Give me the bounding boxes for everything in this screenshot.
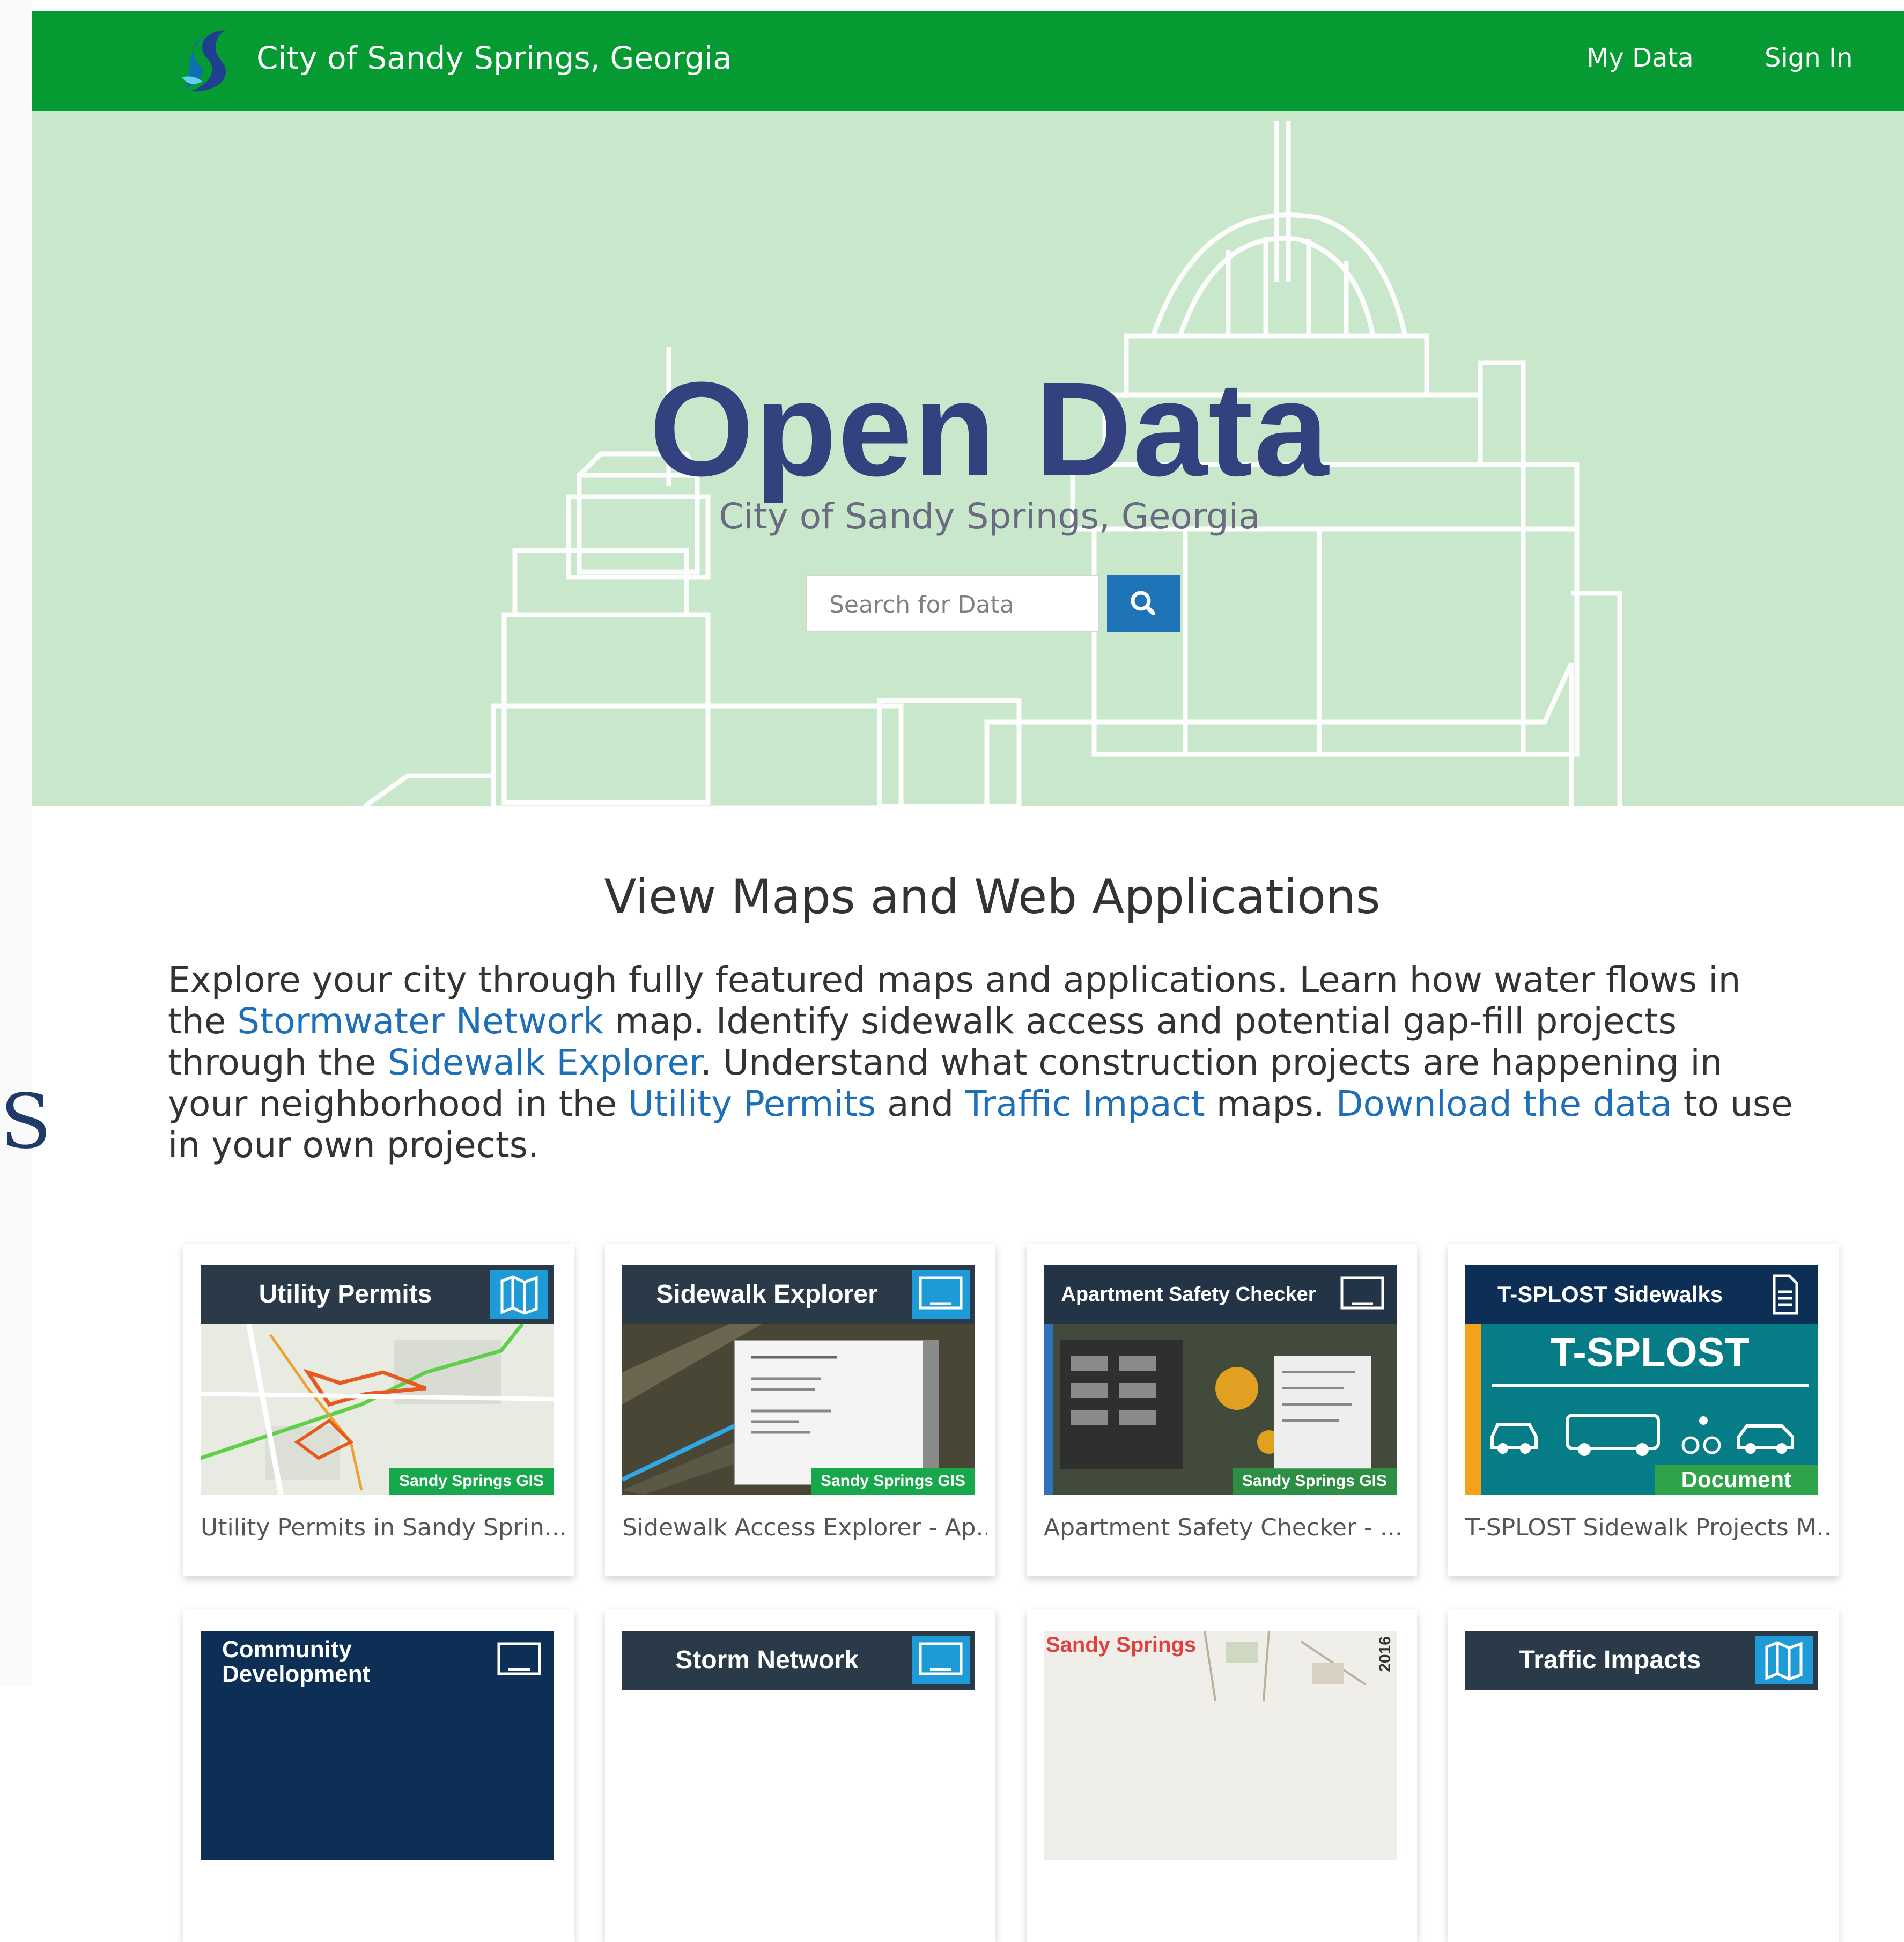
hero-banner: Open Data City of Sandy Springs, Georgia… xyxy=(32,111,1904,806)
search-icon xyxy=(1131,591,1155,615)
card-header: Apartment Safety Checker xyxy=(1044,1265,1397,1324)
site-title[interactable]: City of Sandy Springs, Georgia xyxy=(256,40,732,76)
card-sandy-springs-map[interactable]: Sandy Springs 2016 xyxy=(1027,1609,1417,1942)
card-source-tag: Sandy Springs GIS xyxy=(810,1468,975,1495)
site-header: City of Sandy Springs, Georgia My Data S… xyxy=(32,11,1904,111)
utility-permits-link[interactable]: Utility Permits xyxy=(628,1083,876,1124)
download-data-link[interactable]: Download the data xyxy=(1336,1083,1672,1124)
card-header: Sidewalk Explorer xyxy=(622,1265,975,1324)
card-thumbnail: Sidewalk Explorer Sandy Springs GIS xyxy=(622,1265,975,1495)
hero-subtitle: City of Sandy Springs, Georgia xyxy=(719,496,1260,537)
card-thumbnail: Apartment Safety Checker Sandy Springs G… xyxy=(1044,1265,1397,1495)
sandy-springs-logo-icon[interactable] xyxy=(174,26,239,98)
card-title: Traffic Impacts xyxy=(1519,1646,1701,1674)
card-apartment-safety-checker[interactable]: Apartment Safety Checker Sandy Springs G… xyxy=(1027,1244,1417,1576)
card-source-tag: Sandy Springs GIS xyxy=(389,1468,554,1495)
card-thumbnail: Community Development xyxy=(201,1631,554,1860)
sandy-springs-map-image xyxy=(1204,1631,1367,1701)
card-thumbnail: Traffic Impacts xyxy=(1465,1631,1818,1860)
card-header: Storm Network xyxy=(622,1631,975,1690)
intro-text: maps. xyxy=(1205,1083,1336,1124)
card-header: Traffic Impacts xyxy=(1465,1631,1818,1690)
card-title: Community Development xyxy=(222,1636,371,1687)
card-source-tag: Sandy Springs GIS xyxy=(1232,1468,1397,1495)
app-icon xyxy=(912,1636,970,1684)
card-title: T-SPLOST Sidewalks xyxy=(1497,1282,1723,1307)
card-type-tag: Document xyxy=(1654,1465,1818,1495)
sidewalk-explorer-link[interactable]: Sidewalk Explorer xyxy=(388,1042,700,1083)
card-header: Community Development xyxy=(201,1631,554,1690)
card-title: Utility Permits xyxy=(259,1280,432,1308)
card-utility-permits[interactable]: Utility Permits Sandy Springs GIS Utilit… xyxy=(183,1244,574,1576)
card-caption[interactable]: Sidewalk Access Explorer - Ap... xyxy=(622,1514,987,1541)
sign-in-link[interactable]: Sign In xyxy=(1765,43,1853,73)
app-icon xyxy=(912,1270,970,1319)
card-caption[interactable]: T-SPLOST Sidewalk Projects M... xyxy=(1465,1514,1830,1541)
card-tsplost-sidewalks[interactable]: T-SPLOST T-SPLOST Sidewalks Document T-S… xyxy=(1448,1244,1839,1576)
card-traffic-impacts[interactable]: Traffic Impacts xyxy=(1448,1609,1839,1942)
intro-paragraph: Explore your city through fully featured… xyxy=(168,959,1804,1166)
hero-title: Open Data xyxy=(649,354,1330,504)
app-icon xyxy=(1333,1270,1391,1319)
card-header: T-SPLOST Sidewalks xyxy=(1465,1265,1818,1324)
card-caption[interactable]: Utility Permits in Sandy Sprin... xyxy=(201,1514,565,1541)
card-community-development[interactable]: Community Development xyxy=(183,1609,574,1942)
search-input[interactable]: Search for Data xyxy=(806,575,1099,632)
card-thumbnail: T-SPLOST T-SPLOST Sidewalks Document xyxy=(1465,1265,1818,1495)
my-data-link[interactable]: My Data xyxy=(1586,43,1694,73)
left-margin-strip xyxy=(0,0,32,1686)
card-thumbnail: Storm Network xyxy=(622,1631,975,1860)
card-storm-network[interactable]: Storm Network xyxy=(605,1609,995,1942)
search-button[interactable] xyxy=(1107,575,1180,632)
traffic-impact-link[interactable]: Traffic Impact xyxy=(965,1083,1205,1124)
map-icon xyxy=(490,1270,548,1319)
card-title: Sidewalk Explorer xyxy=(656,1280,878,1308)
intro-text: and xyxy=(876,1083,965,1124)
side-letter: S xyxy=(0,1078,51,1166)
card-sidewalk-explorer[interactable]: Sidewalk Explorer Sandy Springs GIS Side… xyxy=(605,1244,995,1576)
section-title: View Maps and Web Applications xyxy=(604,869,1381,924)
card-caption[interactable]: Apartment Safety Checker - ... xyxy=(1044,1514,1408,1541)
card-header: Utility Permits xyxy=(201,1265,554,1324)
app-icon xyxy=(490,1636,548,1684)
card-thumbnail: Sandy Springs 2016 xyxy=(1044,1631,1397,1860)
card-title: Storm Network xyxy=(675,1646,859,1674)
stormwater-network-link[interactable]: Stormwater Network xyxy=(237,1001,603,1042)
card-title: Apartment Safety Checker xyxy=(1061,1283,1316,1306)
document-icon xyxy=(1755,1270,1813,1319)
map-icon xyxy=(1755,1636,1813,1684)
card-thumbnail: Utility Permits Sandy Springs GIS xyxy=(201,1265,554,1495)
